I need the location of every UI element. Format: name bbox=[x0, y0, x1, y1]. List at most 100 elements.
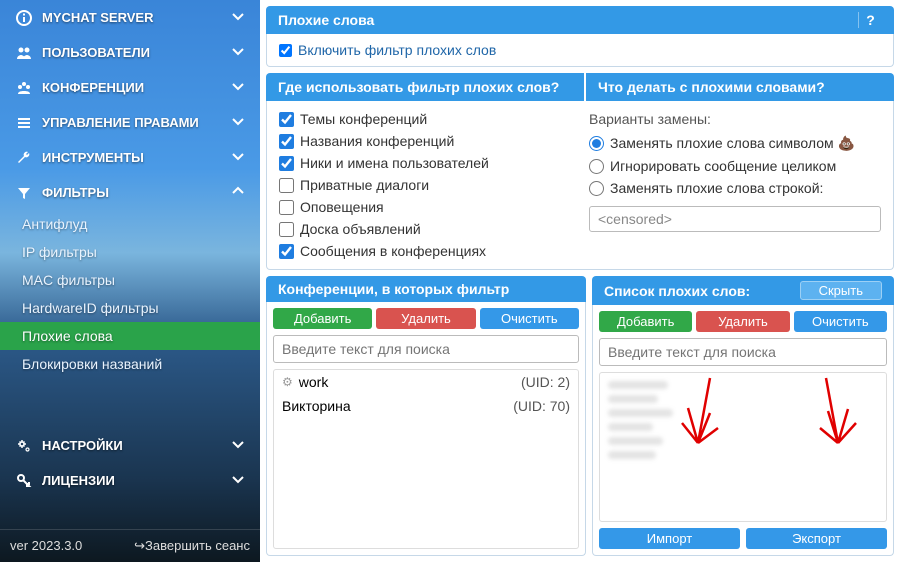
where-check-2[interactable] bbox=[279, 156, 294, 171]
sidebar-sub-mac-filters[interactable]: MAC фильтры bbox=[0, 266, 260, 294]
sidebar-label: ИНСТРУМЕНТЫ bbox=[42, 150, 230, 165]
badwords-title: Список плохих слов: bbox=[604, 283, 800, 299]
sidebar-label: ПОЛЬЗОВАТЕЛИ bbox=[42, 45, 230, 60]
sidebar-sub-hwid-filters[interactable]: HardwareID фильтры bbox=[0, 294, 260, 322]
logout-icon: ↪ bbox=[134, 538, 145, 553]
action-radio-0[interactable]: Заменять плохие слова символом 💩 bbox=[589, 135, 881, 152]
sidebar-label: УПРАВЛЕНИЕ ПРАВАМИ bbox=[42, 115, 230, 130]
action-title: Что делать с плохими словами? bbox=[586, 73, 894, 101]
bw-search-input[interactable] bbox=[599, 338, 887, 366]
badwords-body: Добавить Удалить Очистить bbox=[592, 305, 894, 556]
sidebar-item-tools[interactable]: ИНСТРУМЕНТЫ bbox=[0, 140, 260, 175]
sidebar-label: НАСТРОЙКИ bbox=[42, 438, 230, 453]
blurred-words bbox=[608, 377, 878, 463]
sidebar-sub-ip-filters[interactable]: IP фильтры bbox=[0, 238, 260, 266]
enable-filter-row[interactable]: Включить фильтр плохих слов bbox=[279, 42, 881, 58]
conf-clear-button[interactable]: Очистить bbox=[480, 308, 579, 329]
gear-icon: ⚙ bbox=[282, 375, 293, 389]
enable-filter-checkbox[interactable] bbox=[279, 44, 292, 57]
sidebar-item-rights[interactable]: УПРАВЛЕНИЕ ПРАВАМИ bbox=[0, 105, 260, 140]
chevron-up-icon bbox=[230, 183, 246, 202]
help-button[interactable]: ? bbox=[858, 12, 882, 28]
action-radio-label-1: Игнорировать сообщение целиком bbox=[610, 158, 836, 174]
chevron-down-icon bbox=[230, 436, 246, 455]
hide-button[interactable]: Скрыть bbox=[800, 281, 882, 300]
action-options: Варианты замены: Заменять плохие слова с… bbox=[589, 111, 881, 259]
action-radio-input-1[interactable] bbox=[589, 159, 604, 174]
chevron-down-icon bbox=[230, 148, 246, 167]
action-radio-label-0: Заменять плохие слова символом 💩 bbox=[610, 135, 855, 152]
key-icon bbox=[14, 473, 34, 489]
list-item[interactable]: ⚙work (UID: 2) bbox=[274, 370, 578, 394]
info-icon bbox=[14, 10, 34, 26]
badwords-panel: Список плохих слов: Скрыть Добавить Удал… bbox=[592, 276, 894, 556]
users-icon bbox=[14, 45, 34, 61]
logout-label: Завершить сеанс bbox=[145, 538, 250, 553]
sidebar-sub-name-blocks[interactable]: Блокировки названий bbox=[0, 350, 260, 378]
options-body: Темы конференций Названия конференций Ни… bbox=[266, 101, 894, 270]
sidebar-item-filters[interactable]: ФИЛЬТРЫ bbox=[0, 175, 260, 210]
bw-delete-button[interactable]: Удалить bbox=[696, 311, 789, 332]
where-opt-6[interactable]: Сообщения в конференциях bbox=[279, 243, 579, 259]
sidebar-label: ФИЛЬТРЫ bbox=[42, 185, 230, 200]
enable-panel-body: Включить фильтр плохих слов bbox=[266, 34, 894, 67]
where-label-3: Приватные диалоги bbox=[300, 177, 429, 193]
import-export-row: Импорт Экспорт bbox=[599, 528, 887, 549]
list-item[interactable]: Викторина (UID: 70) bbox=[274, 394, 578, 418]
sidebar-footer: ver 2023.3.0 ↪Завершить сеанс bbox=[0, 529, 260, 562]
action-radio-input-0[interactable] bbox=[589, 136, 604, 151]
sidebar-item-conferences[interactable]: КОНФЕРЕНЦИИ bbox=[0, 70, 260, 105]
sidebar-item-license[interactable]: ЛИЦЕНЗИИ bbox=[0, 463, 260, 498]
where-opt-1[interactable]: Названия конференций bbox=[279, 133, 579, 149]
page-title: Плохие слова bbox=[278, 12, 858, 28]
enable-filter-label: Включить фильтр плохих слов bbox=[298, 42, 496, 58]
list-icon bbox=[14, 115, 34, 131]
sidebar-item-settings[interactable]: НАСТРОЙКИ bbox=[0, 428, 260, 463]
export-button[interactable]: Экспорт bbox=[746, 528, 887, 549]
where-opt-2[interactable]: Ники и имена пользователей bbox=[279, 155, 579, 171]
badwords-header: Список плохих слов: Скрыть bbox=[592, 276, 894, 305]
where-opt-4[interactable]: Оповещения bbox=[279, 199, 579, 215]
where-check-5[interactable] bbox=[279, 222, 294, 237]
conf-search-input[interactable] bbox=[273, 335, 579, 363]
conf-uid-1: (UID: 70) bbox=[513, 398, 570, 414]
action-radio-2[interactable]: Заменять плохие слова строкой: bbox=[589, 180, 881, 196]
replace-string-input[interactable] bbox=[589, 206, 881, 232]
conf-add-button[interactable]: Добавить bbox=[273, 308, 372, 329]
conferences-list[interactable]: ⚙work (UID: 2) Викторина (UID: 70) bbox=[273, 369, 579, 549]
action-radio-1[interactable]: Игнорировать сообщение целиком bbox=[589, 158, 881, 174]
sidebar-label: ЛИЦЕНЗИИ bbox=[42, 473, 230, 488]
where-check-6[interactable] bbox=[279, 244, 294, 259]
sidebar-item-users[interactable]: ПОЛЬЗОВАТЕЛИ bbox=[0, 35, 260, 70]
where-opt-5[interactable]: Доска объявлений bbox=[279, 221, 579, 237]
bw-clear-button[interactable]: Очистить bbox=[794, 311, 887, 332]
where-label-0: Темы конференций bbox=[300, 111, 427, 127]
where-opt-3[interactable]: Приватные диалоги bbox=[279, 177, 579, 193]
options-panel: Где использовать фильтр плохих слов? Что… bbox=[266, 73, 894, 270]
action-radio-input-2[interactable] bbox=[589, 181, 604, 196]
badwords-list[interactable] bbox=[599, 372, 887, 522]
where-check-4[interactable] bbox=[279, 200, 294, 215]
conferences-header: Конференции, в которых фильтр bbox=[266, 276, 586, 302]
conferences-title: Конференции, в которых фильтр bbox=[278, 281, 574, 297]
where-check-3[interactable] bbox=[279, 178, 294, 193]
logout-button[interactable]: ↪Завершить сеанс bbox=[134, 538, 250, 554]
sidebar-item-server[interactable]: MYCHAT SERVER bbox=[0, 0, 260, 35]
chevron-down-icon bbox=[230, 471, 246, 490]
chevron-down-icon bbox=[230, 43, 246, 62]
sidebar-label: MYCHAT SERVER bbox=[42, 10, 230, 25]
bw-add-button[interactable]: Добавить bbox=[599, 311, 692, 332]
where-check-0[interactable] bbox=[279, 112, 294, 127]
badwords-buttons: Добавить Удалить Очистить bbox=[599, 311, 887, 332]
where-label-6: Сообщения в конференциях bbox=[300, 243, 486, 259]
conf-delete-button[interactable]: Удалить bbox=[376, 308, 475, 329]
sidebar-menu: MYCHAT SERVER ПОЛЬЗОВАТЕЛИ КОНФЕРЕНЦИИ У… bbox=[0, 0, 260, 529]
sidebar-sub-antiflood[interactable]: Антифлуд bbox=[0, 210, 260, 238]
import-button[interactable]: Импорт bbox=[599, 528, 740, 549]
sidebar-sub-bad-words[interactable]: Плохие слова bbox=[0, 322, 260, 350]
where-opt-0[interactable]: Темы конференций bbox=[279, 111, 579, 127]
where-label-2: Ники и имена пользователей bbox=[300, 155, 489, 171]
conferences-body: Добавить Удалить Очистить ⚙work (UID: 2)… bbox=[266, 302, 586, 556]
where-check-1[interactable] bbox=[279, 134, 294, 149]
sidebar: MYCHAT SERVER ПОЛЬЗОВАТЕЛИ КОНФЕРЕНЦИИ У… bbox=[0, 0, 260, 562]
